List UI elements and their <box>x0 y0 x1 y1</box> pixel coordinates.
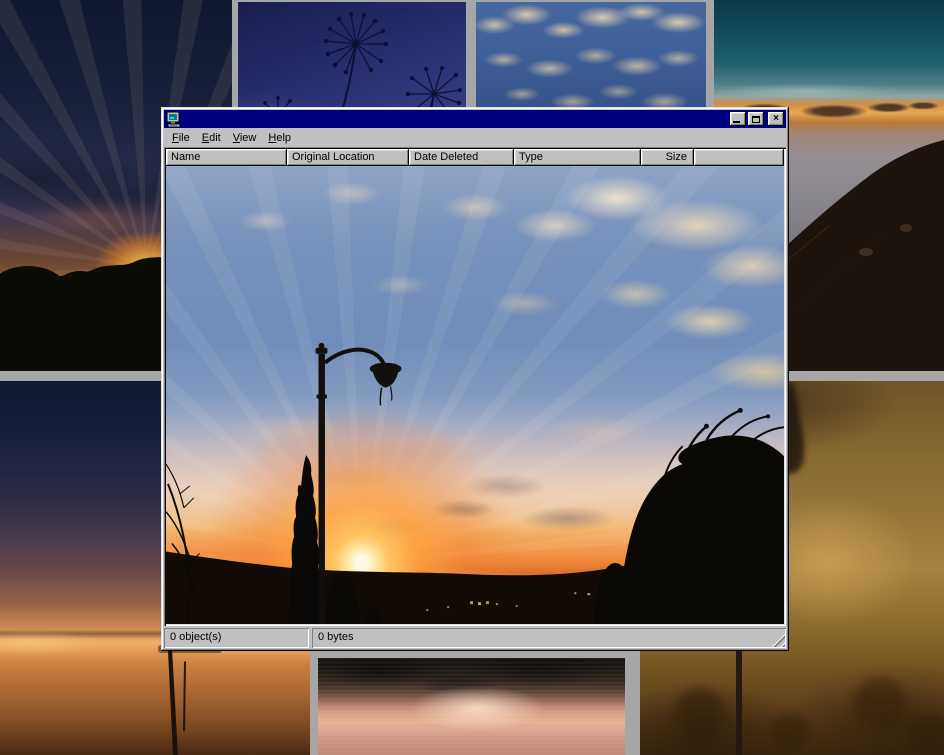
column-header-type[interactable]: Type <box>514 149 641 166</box>
titlebar[interactable]: × <box>164 110 786 128</box>
column-header-blank <box>694 149 784 166</box>
status-bar: 0 object(s) 0 bytes <box>164 628 786 648</box>
list-view: Name Original Location Date Deleted Type… <box>164 147 786 626</box>
menu-file[interactable]: File <box>166 130 196 146</box>
column-header-name[interactable]: Name <box>166 149 287 166</box>
photo-silhouettes <box>166 166 784 624</box>
recycle-bin-window: × File Edit View Help Name Original Loca… <box>161 107 789 651</box>
minimize-button[interactable] <box>730 112 746 126</box>
column-header-original-location[interactable]: Original Location <box>287 149 409 166</box>
wallpaper-tile-pink-reflection <box>318 658 625 755</box>
maximize-icon <box>752 116 760 123</box>
computer-icon[interactable] <box>166 112 182 127</box>
maximize-button[interactable] <box>748 112 764 126</box>
column-header-size[interactable]: Size <box>641 149 694 166</box>
minimize-icon <box>733 121 740 123</box>
window-controls: × <box>730 112 784 126</box>
menu-bar: File Edit View Help <box>164 128 786 147</box>
menu-edit[interactable]: Edit <box>196 130 227 146</box>
status-size: 0 bytes <box>312 628 786 648</box>
close-icon: × <box>773 114 779 124</box>
column-header-date-deleted[interactable]: Date Deleted <box>409 149 514 166</box>
menu-view[interactable]: View <box>227 130 263 146</box>
desktop: × File Edit View Help Name Original Loca… <box>0 0 944 755</box>
menu-help[interactable]: Help <box>262 130 297 146</box>
status-object-count: 0 object(s) <box>164 628 309 648</box>
close-button[interactable]: × <box>768 112 784 126</box>
sunset-streetlamp-photo <box>166 166 784 624</box>
column-header-row: Name Original Location Date Deleted Type… <box>166 149 784 166</box>
